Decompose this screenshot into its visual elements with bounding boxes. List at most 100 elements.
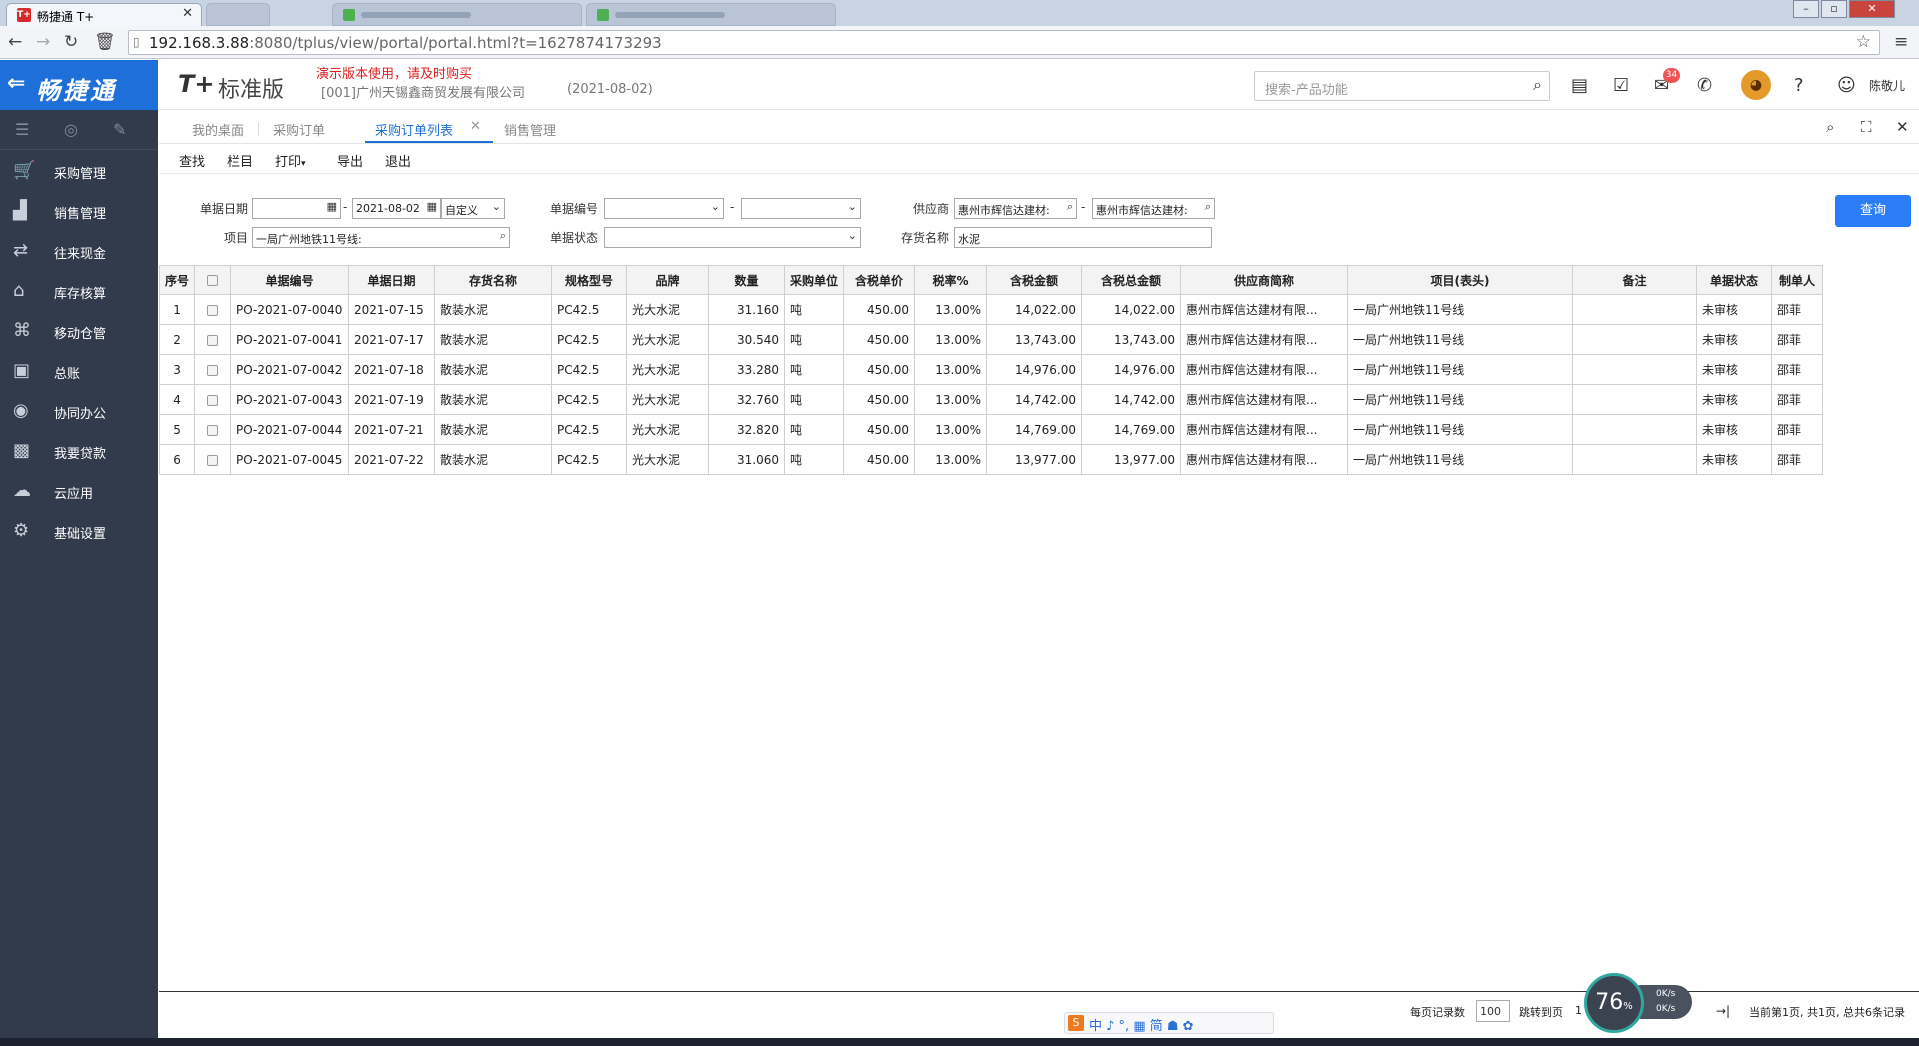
col-item[interactable]: 存货名称 <box>434 265 553 295</box>
calendar-icon[interactable]: ▦ <box>327 200 337 213</box>
sidebar-item-purchase[interactable]: 🛒 采购管理 <box>0 151 158 191</box>
close-tab-icon[interactable]: ✕ <box>182 6 193 21</box>
query-button[interactable]: 查询 <box>1835 195 1911 227</box>
cell-code[interactable]: PO-2021-07-0044 <box>230 414 350 445</box>
calendar-icon[interactable]: ▦ <box>427 200 437 213</box>
row-checkbox[interactable] <box>207 334 219 346</box>
sidebar-item-loan[interactable]: ▩ 我要贷款 <box>0 431 158 471</box>
logo-block[interactable]: ⇐ 畅捷通 <box>0 60 158 110</box>
col-status[interactable]: 单据状态 <box>1696 265 1773 295</box>
col-supplier[interactable]: 供应商简称 <box>1180 265 1349 295</box>
phone-icon[interactable]: ✆ <box>1697 75 1712 96</box>
col-code[interactable]: 单据编号 <box>230 265 350 295</box>
row-checkbox[interactable] <box>207 394 219 406</box>
col-qty[interactable]: 数量 <box>708 265 786 295</box>
print-button[interactable]: 打印▾ <box>275 151 306 170</box>
date-to-input[interactable]: 2021-08-02 ▦ <box>352 198 441 219</box>
col-price[interactable]: 含税单价 <box>843 265 916 295</box>
sidebar-item-ledger[interactable]: ▣ 总账 <box>0 351 158 391</box>
help-icon[interactable]: ? <box>1794 75 1804 96</box>
search-icon[interactable]: ⌕ <box>1826 118 1834 136</box>
browser-tab-blurred[interactable] <box>332 3 582 26</box>
col-index[interactable]: 序号 <box>158 265 196 295</box>
user-icon[interactable]: ☺ <box>1837 75 1856 96</box>
export-button[interactable]: 导出 <box>337 151 363 170</box>
columns-button[interactable]: 栏目 <box>227 151 253 170</box>
col-unit[interactable]: 采购单位 <box>784 265 845 295</box>
date-from-input[interactable]: ▦ <box>252 198 341 219</box>
fullscreen-icon[interactable]: ⛶ <box>1861 118 1872 136</box>
network-speed-widget[interactable]: 0K/s 0K/s 76% <box>1584 973 1696 1033</box>
cell-code[interactable]: PO-2021-07-0045 <box>230 444 350 475</box>
item-input[interactable]: 水泥 <box>954 227 1212 248</box>
col-project[interactable]: 项目(表头) <box>1347 265 1574 295</box>
status-select[interactable]: ⌄ <box>604 227 861 248</box>
last-page-icon[interactable]: →| <box>1716 1004 1730 1018</box>
maximize-icon[interactable]: ▫ <box>1821 0 1847 18</box>
forward-icon[interactable]: → <box>36 32 50 52</box>
browser-tab-new[interactable] <box>206 3 270 26</box>
row-checkbox[interactable] <box>207 424 219 436</box>
sidebar-item-sales[interactable]: ▟ 销售管理 <box>0 191 158 231</box>
checklist-icon[interactable]: ☑ <box>1613 75 1629 96</box>
sidebar-item-inventory[interactable]: ⌂ 库存核算 <box>0 271 158 311</box>
tab-purchase-order-list[interactable]: 采购订单列表 <box>375 120 453 139</box>
sidebar-item-mobile-warehouse[interactable]: ⌘ 移动仓管 <box>0 311 158 351</box>
product-search-input[interactable]: 搜索-产品功能 ⌕ <box>1254 71 1550 101</box>
cell-code[interactable]: PO-2021-07-0040 <box>230 294 350 325</box>
reload-icon[interactable]: ↻ <box>64 32 78 52</box>
search-sidebar-icon[interactable]: ◎ <box>64 120 78 139</box>
select-all-checkbox[interactable] <box>207 275 219 286</box>
search-icon[interactable]: ⌕ <box>1067 200 1073 214</box>
row-checkbox-cell[interactable] <box>194 324 232 355</box>
date-mode-select[interactable]: 自定义 ⌄ <box>441 198 505 219</box>
hamburger-icon[interactable]: ☰ <box>15 120 29 139</box>
tab-purchase-order[interactable]: 采购订单 <box>273 120 325 139</box>
code-from-select[interactable]: ⌄ <box>604 198 724 219</box>
sidebar-item-cash[interactable]: ⇄ 往来现金 <box>0 231 158 271</box>
col-total[interactable]: 含税总金额 <box>1081 265 1182 295</box>
col-spec[interactable]: 规格型号 <box>551 265 628 295</box>
col-note[interactable]: 备注 <box>1572 265 1698 295</box>
search-icon[interactable]: ⌕ <box>1533 75 1542 95</box>
tab-sales[interactable]: 销售管理 <box>504 120 556 139</box>
search-icon[interactable]: ⌕ <box>500 229 506 243</box>
url-input[interactable]: ▯ 192.168.3.88:8080/tplus/view/portal/po… <box>128 30 1880 55</box>
exit-button[interactable]: 退出 <box>385 151 411 170</box>
demo-notice[interactable]: 演示版本使用，请及时购买 <box>316 63 472 82</box>
close-tab-icon[interactable]: ✕ <box>470 119 481 134</box>
code-to-select[interactable]: ⌄ <box>741 198 861 219</box>
tab-my-desktop[interactable]: 我的桌面 <box>192 120 244 139</box>
close-icon[interactable]: ✕ <box>1896 118 1909 136</box>
cell-code[interactable]: PO-2021-07-0043 <box>230 384 350 415</box>
col-amount[interactable]: 含税金额 <box>986 265 1083 295</box>
bookmark-star-icon[interactable]: ☆ <box>1856 32 1871 52</box>
row-checkbox-cell[interactable] <box>194 354 232 385</box>
row-checkbox-cell[interactable] <box>194 294 232 325</box>
row-checkbox-cell[interactable] <box>194 414 232 445</box>
per-page-input[interactable]: 100 <box>1476 1000 1510 1022</box>
username[interactable]: 陈敬儿 <box>1869 77 1905 94</box>
browser-tab-active[interactable]: T+ 畅捷通 T+ ✕ <box>6 3 202 26</box>
ime-toolbar[interactable]: S 中 ♪ °, ▦ 简 ☗ ✿ <box>1064 1012 1274 1034</box>
sidebar-item-settings[interactable]: ⚙ 基础设置 <box>0 511 158 551</box>
project-input[interactable]: 一局广州地铁11号线: ⌕ <box>252 227 510 248</box>
col-select[interactable] <box>194 265 232 295</box>
table-row[interactable]: 6 PO-2021-07-0045 2021-07-22 散装水泥 PC42.5… <box>158 444 1824 475</box>
calculator-icon[interactable]: ▤ <box>1571 75 1588 96</box>
row-checkbox[interactable] <box>207 304 219 316</box>
col-creator[interactable]: 制单人 <box>1771 265 1824 295</box>
back-arrow-icon[interactable]: ⇐ <box>7 71 25 96</box>
minimize-icon[interactable]: – <box>1793 0 1819 18</box>
table-row[interactable]: 5 PO-2021-07-0044 2021-07-21 散装水泥 PC42.5… <box>158 414 1824 445</box>
jump-input[interactable]: 1 <box>1575 1004 1582 1017</box>
row-checkbox[interactable] <box>207 364 219 376</box>
back-icon[interactable]: ← <box>8 32 22 52</box>
supplier-from-input[interactable]: 惠州市辉信达建材: ⌕ <box>954 198 1077 219</box>
row-checkbox-cell[interactable] <box>194 384 232 415</box>
cell-code[interactable]: PO-2021-07-0042 <box>230 354 350 385</box>
mascot-avatar-icon[interactable]: ◕ <box>1741 70 1771 100</box>
trash-icon[interactable]: 🗑 <box>94 32 116 52</box>
cell-code[interactable]: PO-2021-07-0041 <box>230 324 350 355</box>
supplier-to-input[interactable]: 惠州市辉信达建材: ⌕ <box>1092 198 1215 219</box>
